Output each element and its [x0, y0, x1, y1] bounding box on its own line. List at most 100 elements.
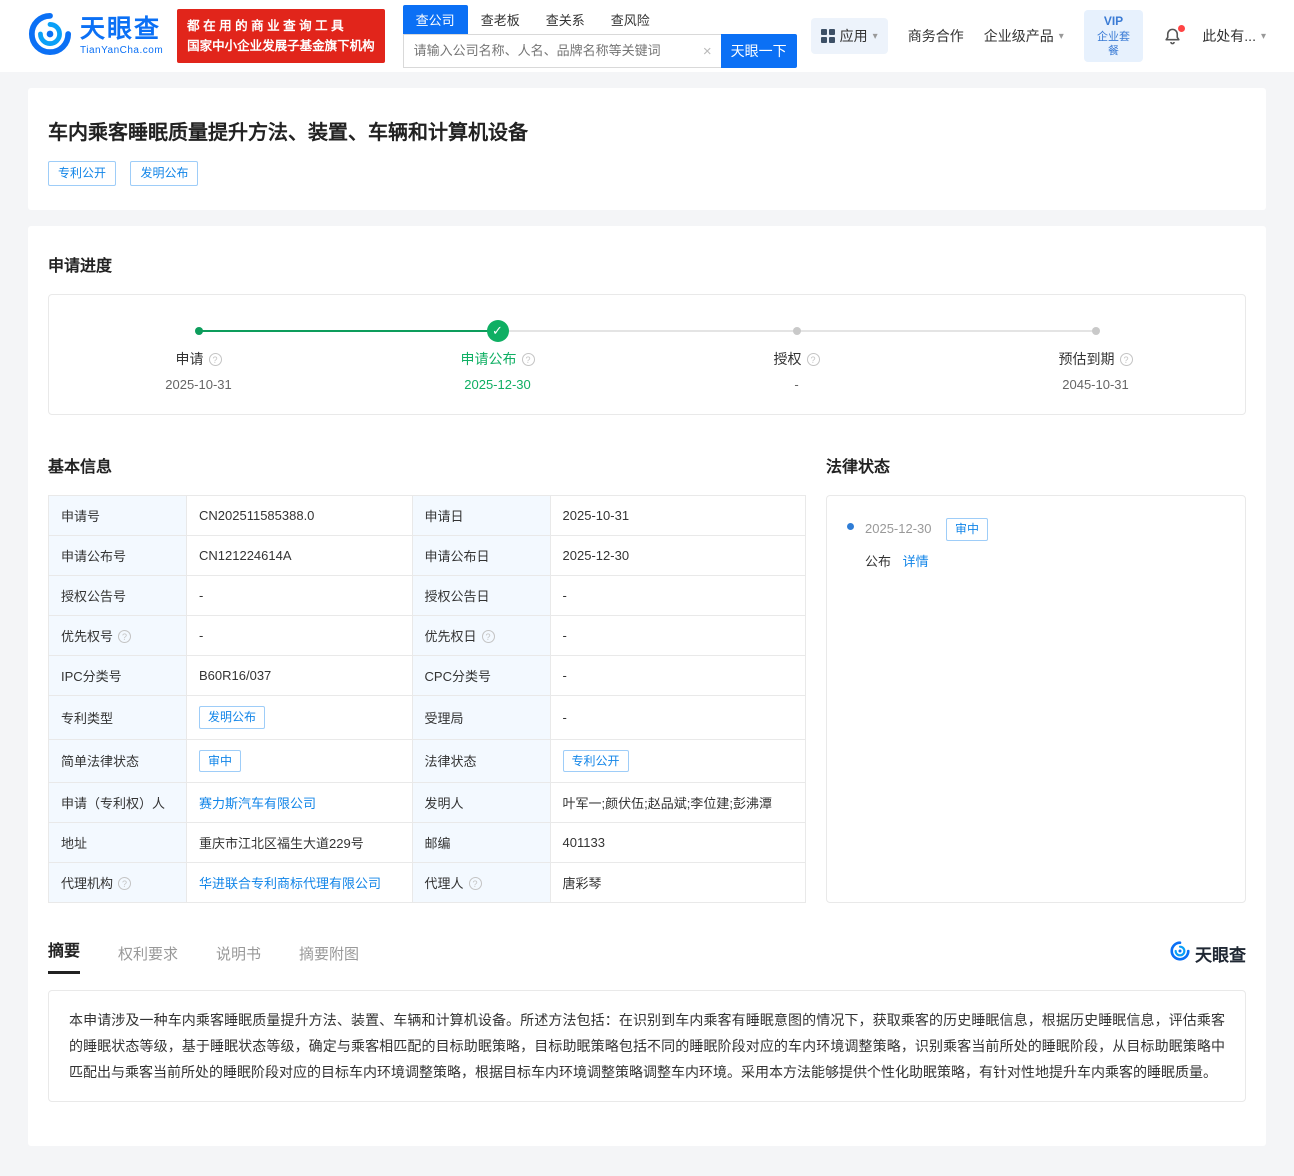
- abstract-text: 本申请涉及一种车内乘客睡眠质量提升方法、装置、车辆和计算机设备。所述方法包括：在…: [48, 990, 1246, 1102]
- legal-status-action: 公布: [865, 554, 891, 569]
- step-date: 2045-10-31: [946, 377, 1245, 392]
- page-content: 车内乘客睡眠质量提升方法、装置、车辆和计算机设备 专利公开 发明公布 申请进度 …: [0, 88, 1294, 1176]
- table-row: 授权公告号 - 授权公告日 -: [49, 575, 806, 615]
- step-label: 预估到期: [1059, 351, 1115, 367]
- vip-package-badge[interactable]: VIP 企业套餐: [1084, 10, 1144, 62]
- info-label: 申请号: [49, 495, 187, 535]
- search-tab-risk[interactable]: 查风险: [598, 5, 663, 34]
- info-icon[interactable]: ?: [118, 630, 131, 643]
- page-title: 车内乘客睡眠质量提升方法、装置、车辆和计算机设备: [48, 116, 1246, 145]
- info-value: 唐彩琴: [550, 863, 805, 903]
- info-label: 申请公布号: [49, 535, 187, 575]
- application-progress-timeline: 申请? 2025-10-31 ✓ 申请公布? 2025-12-30 授权? - …: [49, 319, 1245, 392]
- info-icon[interactable]: ?: [469, 877, 482, 890]
- info-value: -: [550, 695, 805, 739]
- info-value: 2025-12-30: [550, 535, 805, 575]
- info-value: 401133: [550, 823, 805, 863]
- nav-user-menu[interactable]: 此处有... ▾: [1202, 26, 1266, 46]
- chevron-down-icon: ▾: [873, 31, 878, 42]
- agency-link[interactable]: 华进联合专利商标代理有限公司: [199, 876, 381, 891]
- progress-dot: [195, 327, 203, 335]
- legal-status-detail-link[interactable]: 详情: [903, 554, 929, 569]
- info-value: 华进联合专利商标代理有限公司: [187, 863, 413, 903]
- info-label: 代理人?: [412, 863, 550, 903]
- slogan-line2: 国家中小企业发展子基金旗下机构: [187, 36, 375, 56]
- search-tab-relation[interactable]: 查关系: [533, 5, 598, 34]
- apps-grid-icon: [821, 29, 835, 43]
- legal-status-tag: 专利公开: [563, 750, 629, 773]
- info-label: 申请（专利权）人: [49, 783, 187, 823]
- table-row: IPC分类号 B60R16/037 CPC分类号 -: [49, 655, 806, 695]
- simple-legal-status-tag: 审中: [199, 750, 241, 773]
- search-input[interactable]: [404, 35, 693, 67]
- info-icon[interactable]: ?: [522, 353, 535, 366]
- progress-track: [498, 330, 797, 332]
- chevron-down-icon: ▾: [1059, 31, 1064, 42]
- brand-domain: TianYanCha.com: [80, 46, 163, 56]
- info-icon[interactable]: ?: [807, 353, 820, 366]
- basic-info-section: 基本信息 申请号 CN202511585388.0 申请日 2025-10-31…: [48, 447, 806, 904]
- step-label: 授权: [774, 351, 802, 367]
- info-label: 授权公告日: [412, 575, 550, 615]
- step-date: -: [647, 377, 946, 392]
- clear-search-icon[interactable]: ×: [703, 43, 712, 61]
- step-date: 2025-10-31: [49, 377, 348, 392]
- search-button[interactable]: 天眼一下: [721, 34, 797, 68]
- nav-apps[interactable]: 应用 ▾: [811, 18, 888, 54]
- info-label: CPC分类号: [412, 655, 550, 695]
- tab-claims[interactable]: 权利要求: [118, 943, 178, 974]
- table-row: 申请（专利权）人 赛力斯汽车有限公司 发明人 叶军一;颜伏伍;赵品斌;李位建;彭…: [49, 783, 806, 823]
- tianyancha-logo[interactable]: 天眼查 TianYanCha.com: [28, 12, 163, 61]
- info-label: 发明人: [412, 783, 550, 823]
- legal-status-date: 2025-12-30: [865, 521, 932, 536]
- slogan-badge: 都在用的商业查询工具 国家中小企业发展子基金旗下机构: [177, 9, 385, 63]
- info-label: 申请日: [412, 495, 550, 535]
- legal-status-box: 2025-12-30 审中 公布 详情: [826, 495, 1246, 904]
- info-value: 赛力斯汽车有限公司: [187, 783, 413, 823]
- info-label: 代理机构?: [49, 863, 187, 903]
- info-value: -: [187, 575, 413, 615]
- invention-publication-tag: 发明公布: [130, 161, 198, 186]
- search-area: 查公司 查老板 查关系 查风险 × 天眼一下: [403, 5, 797, 68]
- basic-info-title: 基本信息: [48, 453, 806, 477]
- vip-label: VIP: [1096, 14, 1132, 30]
- brand-name: 天眼查: [80, 17, 163, 42]
- info-value: CN202511585388.0: [187, 495, 413, 535]
- tab-description[interactable]: 说明书: [216, 943, 261, 974]
- info-value: 审中: [187, 739, 413, 783]
- info-value: CN121224614A: [187, 535, 413, 575]
- search-tab-company[interactable]: 查公司: [403, 5, 468, 34]
- info-icon[interactable]: ?: [209, 353, 222, 366]
- nav-enterprise-products[interactable]: 企业级产品 ▾: [984, 26, 1064, 46]
- tab-abstract[interactable]: 摘要: [48, 937, 80, 974]
- notification-dot: [1178, 25, 1185, 32]
- tab-abstract-figure[interactable]: 摘要附图: [299, 943, 359, 974]
- nav-business-cooperation[interactable]: 商务合作: [908, 26, 964, 46]
- notification-bell-icon[interactable]: [1163, 27, 1182, 46]
- info-icon[interactable]: ?: [118, 877, 131, 890]
- progress-dot: [793, 327, 801, 335]
- legal-status-title: 法律状态: [826, 453, 1246, 477]
- search-tab-boss[interactable]: 查老板: [468, 5, 533, 34]
- table-row: 专利类型 发明公布 受理局 -: [49, 695, 806, 739]
- info-value: 叶军一;颜伏伍;赵品斌;李位建;彭沸潭: [550, 783, 805, 823]
- info-icon[interactable]: ?: [1120, 353, 1133, 366]
- info-label: IPC分类号: [49, 655, 187, 695]
- table-row: 简单法律状态 审中 法律状态 专利公开: [49, 739, 806, 783]
- info-value: -: [187, 615, 413, 655]
- step-label: 申请公布: [461, 351, 517, 367]
- legal-status-pending-tag: 审中: [946, 518, 988, 541]
- table-row: 代理机构? 华进联合专利商标代理有限公司 代理人? 唐彩琴: [49, 863, 806, 903]
- progress-step-apply: 申请? 2025-10-31: [49, 319, 348, 392]
- info-label: 申请公布日: [412, 535, 550, 575]
- info-label: 邮编: [412, 823, 550, 863]
- legal-status-item: 2025-12-30 审中 公布 详情: [847, 518, 1225, 570]
- applicant-link[interactable]: 赛力斯汽车有限公司: [199, 796, 316, 811]
- info-icon[interactable]: ?: [482, 630, 495, 643]
- patent-title-card: 车内乘客睡眠质量提升方法、装置、车辆和计算机设备 专利公开 发明公布: [28, 88, 1266, 210]
- chevron-down-icon: ▾: [1261, 31, 1266, 42]
- info-value: -: [550, 575, 805, 615]
- slogan-line1: 都在用的商业查询工具: [187, 16, 375, 36]
- info-value: B60R16/037: [187, 655, 413, 695]
- info-value: 重庆市江北区福生大道229号: [187, 823, 413, 863]
